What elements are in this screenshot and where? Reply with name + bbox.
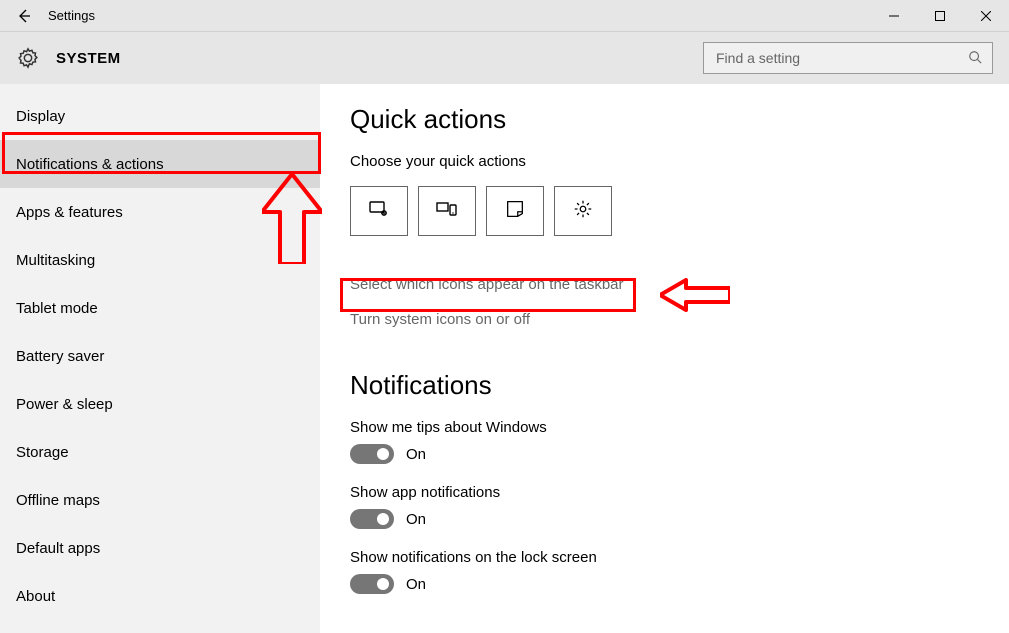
- toggle-label: Show notifications on the lock screen: [350, 549, 1009, 566]
- toggle-switch-lockscreen[interactable]: [350, 574, 394, 594]
- search-input[interactable]: [714, 49, 968, 67]
- titlebar: Settings: [0, 0, 1009, 32]
- sidebar-item-label: Apps & features: [16, 204, 123, 221]
- quick-action-settings[interactable]: [554, 186, 612, 236]
- search-icon: [968, 50, 982, 67]
- maximize-button[interactable]: [917, 0, 963, 32]
- choose-quick-actions-label: Choose your quick actions: [350, 153, 1009, 170]
- toggle-state: On: [406, 446, 426, 463]
- sidebar-item-offline-maps[interactable]: Offline maps: [0, 476, 320, 524]
- sidebar-item-tablet-mode[interactable]: Tablet mode: [0, 284, 320, 332]
- sidebar-item-default-apps[interactable]: Default apps: [0, 524, 320, 572]
- tablet-mode-icon: [367, 197, 391, 226]
- minimize-button[interactable]: [871, 0, 917, 32]
- sidebar-item-label: Display: [16, 108, 65, 125]
- sidebar-item-about[interactable]: About: [0, 572, 320, 620]
- sidebar-item-label: Multitasking: [16, 252, 95, 269]
- sidebar-item-label: Offline maps: [16, 492, 100, 509]
- sidebar-item-apps-features[interactable]: Apps & features: [0, 188, 320, 236]
- search-box[interactable]: [703, 42, 993, 74]
- close-button[interactable]: [963, 0, 1009, 32]
- toggle-switch-tips[interactable]: [350, 444, 394, 464]
- toggle-switch-app-notifications[interactable]: [350, 509, 394, 529]
- quick-action-tablet-mode[interactable]: [350, 186, 408, 236]
- sidebar-item-display[interactable]: Display: [0, 92, 320, 140]
- sidebar-item-label: Storage: [16, 444, 69, 461]
- notifications-heading: Notifications: [350, 370, 1009, 401]
- toggle-label: Show app notifications: [350, 484, 1009, 501]
- settings-icon: [572, 198, 594, 225]
- sidebar-item-label: About: [16, 588, 55, 605]
- toggle-state: On: [406, 576, 426, 593]
- note-icon: [504, 198, 526, 225]
- page-title: SYSTEM: [56, 50, 121, 67]
- toggle-state: On: [406, 511, 426, 528]
- sidebar-item-battery-saver[interactable]: Battery saver: [0, 332, 320, 380]
- quick-action-connect[interactable]: [418, 186, 476, 236]
- sidebar-item-multitasking[interactable]: Multitasking: [0, 236, 320, 284]
- link-system-icons[interactable]: Turn system icons on or off: [350, 311, 530, 328]
- connect-icon: [435, 197, 459, 226]
- toggle-tips: Show me tips about Windows On: [350, 419, 1009, 464]
- toggle-label: Show me tips about Windows: [350, 419, 1009, 436]
- toggle-lockscreen-notifications: Show notifications on the lock screen On: [350, 549, 1009, 594]
- link-taskbar-icons[interactable]: Select which icons appear on the taskbar: [350, 276, 624, 293]
- sidebar-item-label: Battery saver: [16, 348, 104, 365]
- sidebar-item-label: Tablet mode: [16, 300, 98, 317]
- sidebar-item-notifications-actions[interactable]: Notifications & actions: [0, 140, 320, 188]
- sidebar-item-power-sleep[interactable]: Power & sleep: [0, 380, 320, 428]
- header: SYSTEM: [0, 32, 1009, 84]
- quick-action-note[interactable]: [486, 186, 544, 236]
- quick-actions-heading: Quick actions: [350, 104, 1009, 135]
- window-title: Settings: [48, 8, 95, 23]
- sidebar: Display Notifications & actions Apps & f…: [0, 84, 320, 633]
- gear-icon: [16, 46, 40, 70]
- sidebar-item-storage[interactable]: Storage: [0, 428, 320, 476]
- back-button[interactable]: [8, 0, 40, 32]
- sidebar-item-label: Power & sleep: [16, 396, 113, 413]
- main-content: Quick actions Choose your quick actions …: [320, 84, 1009, 633]
- quick-actions-row: [350, 186, 1009, 236]
- toggle-app-notifications: Show app notifications On: [350, 484, 1009, 529]
- sidebar-item-label: Notifications & actions: [16, 156, 164, 173]
- sidebar-item-label: Default apps: [16, 540, 100, 557]
